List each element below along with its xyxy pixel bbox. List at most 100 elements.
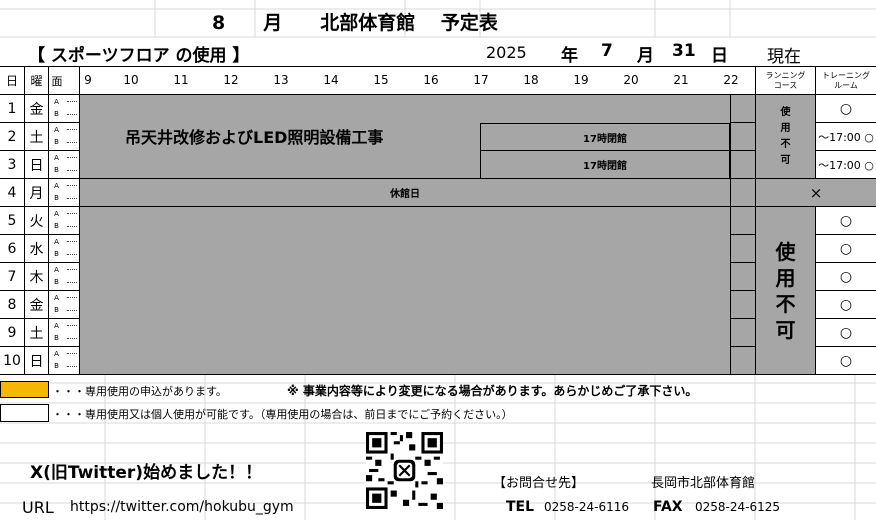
closed-day-mark: × bbox=[756, 179, 876, 207]
weekday-label: 日 bbox=[25, 347, 49, 375]
column-header-hour: 16 bbox=[423, 73, 439, 87]
weekday-label: 日 bbox=[25, 151, 49, 179]
date-month: 7 bbox=[601, 41, 613, 61]
day-number: 10 bbox=[0, 347, 25, 375]
slot-dots-cell bbox=[65, 151, 80, 179]
slot-b-label: B bbox=[54, 194, 59, 202]
subtitle: 【 スポーツフロア の使用 】 bbox=[28, 46, 250, 66]
hour-22-cell bbox=[730, 319, 756, 347]
hour-22-cell bbox=[730, 179, 756, 207]
weekday-label: 金 bbox=[25, 291, 49, 319]
column-header-hour: 12 bbox=[223, 73, 239, 87]
day-number: 1 bbox=[0, 95, 25, 123]
slot-dots-cell bbox=[65, 95, 80, 123]
date-month-label: 月 bbox=[637, 46, 654, 66]
legend-reserved-swatch bbox=[0, 381, 49, 398]
column-header-day: 日 bbox=[0, 67, 25, 95]
slot-ab-cell: AB bbox=[49, 319, 65, 347]
day-number: 6 bbox=[0, 235, 25, 263]
day-number: 5 bbox=[0, 207, 25, 235]
slot-divider bbox=[67, 366, 77, 367]
day-number: 7 bbox=[0, 263, 25, 291]
column-header-weekday: 曜 bbox=[25, 67, 49, 95]
slot-divider bbox=[67, 310, 77, 311]
slot-ab-cell: AB bbox=[49, 123, 65, 151]
slot-b-label: B bbox=[54, 166, 59, 174]
slot-b-label: B bbox=[54, 250, 59, 258]
closed-at-17-day2: 17時閉館 bbox=[480, 123, 730, 151]
qr-code-icon[interactable] bbox=[366, 432, 443, 509]
slot-divider bbox=[67, 269, 77, 270]
slot-a-label: A bbox=[54, 154, 59, 162]
slot-a-label: A bbox=[54, 238, 59, 246]
column-header-hour: 19 bbox=[573, 73, 589, 87]
column-header-hour: 18 bbox=[523, 73, 539, 87]
training-room-availability: ○ bbox=[816, 319, 876, 347]
day-number: 2 bbox=[0, 123, 25, 151]
hour-22-cell bbox=[730, 207, 756, 235]
slot-divider bbox=[67, 226, 77, 227]
slot-b-label: B bbox=[54, 138, 59, 146]
training-room-availability: ○ bbox=[816, 95, 876, 123]
slot-divider bbox=[67, 114, 77, 115]
slot-divider bbox=[67, 142, 77, 143]
slot-divider bbox=[67, 157, 77, 158]
weekday-label: 木 bbox=[25, 263, 49, 291]
hour-22-cell bbox=[730, 151, 756, 179]
date-day: 31 bbox=[672, 41, 696, 61]
date-year-label: 年 bbox=[561, 46, 578, 66]
training-room-availability: ～17:00 ○ bbox=[816, 151, 876, 179]
slot-b-label: B bbox=[54, 278, 59, 286]
fax-label: FAX bbox=[653, 499, 683, 515]
slot-divider bbox=[67, 254, 77, 255]
date-now-label: 現在 bbox=[767, 47, 801, 67]
contact-label: 【お問合せ先】 bbox=[493, 476, 585, 491]
slot-divider bbox=[67, 241, 77, 242]
column-header-slot: 面 bbox=[49, 67, 65, 95]
slot-divider bbox=[67, 129, 77, 130]
slot-ab-cell: AB bbox=[49, 347, 65, 375]
twitter-url-link[interactable]: https://twitter.com/hokubu_gym bbox=[70, 499, 294, 515]
weekday-label: 土 bbox=[25, 319, 49, 347]
slot-a-label: A bbox=[54, 182, 59, 190]
hour-22-cell bbox=[730, 347, 756, 375]
legend-notice-text: ※ 事業内容等により変更になる場合があります。あらかじめご了承下さい。 bbox=[287, 384, 698, 398]
weekday-label: 土 bbox=[25, 123, 49, 151]
unavailable-block-days-5-10 bbox=[80, 207, 730, 375]
slot-divider bbox=[67, 101, 77, 102]
column-header-running-course: ランニング コース bbox=[756, 67, 816, 95]
slot-dots-cell bbox=[65, 207, 80, 235]
slot-divider bbox=[67, 282, 77, 283]
slot-ab-cell: AB bbox=[49, 235, 65, 263]
day-number: 3 bbox=[0, 151, 25, 179]
slot-divider bbox=[67, 338, 77, 339]
legend-reserved-text: ・・・専用使用の申込があります。 bbox=[52, 385, 227, 398]
training-room-availability: ○ bbox=[816, 291, 876, 319]
column-header-hour: 13 bbox=[273, 73, 289, 87]
slot-ab-cell: AB bbox=[49, 207, 65, 235]
url-label: URL bbox=[22, 498, 54, 517]
weekday-label: 火 bbox=[25, 207, 49, 235]
slot-b-label: B bbox=[54, 222, 59, 230]
weekday-label: 水 bbox=[25, 235, 49, 263]
slot-a-label: A bbox=[54, 98, 59, 106]
column-header-hour: 20 bbox=[623, 73, 639, 87]
slot-divider bbox=[67, 325, 77, 326]
slot-dots-cell bbox=[65, 263, 80, 291]
column-header-hour: 14 bbox=[323, 73, 339, 87]
slot-a-label: A bbox=[54, 350, 59, 358]
slot-divider bbox=[67, 185, 77, 186]
training-room-availability: ～17:00 ○ bbox=[816, 123, 876, 151]
legend-available-text: ・・・専用使用又は個人使用が可能です。（専用使用の場合は、前日までにご予約くださ… bbox=[52, 408, 513, 421]
hour-22-cell bbox=[730, 263, 756, 291]
closed-at-17-day3: 17時閉館 bbox=[480, 151, 730, 179]
column-header-hour: 21 bbox=[673, 73, 689, 87]
fax-number: 0258-24-6125 bbox=[695, 500, 781, 514]
tel-label: TEL bbox=[506, 499, 535, 515]
slot-ab-cell: AB bbox=[49, 263, 65, 291]
slot-ab-cell: AB bbox=[49, 95, 65, 123]
organization-name: 長岡市北部体育館 bbox=[651, 476, 756, 491]
column-header-hour: 10 bbox=[123, 73, 139, 87]
slot-a-label: A bbox=[54, 126, 59, 134]
closed-day-label: 休館日 bbox=[80, 179, 730, 207]
